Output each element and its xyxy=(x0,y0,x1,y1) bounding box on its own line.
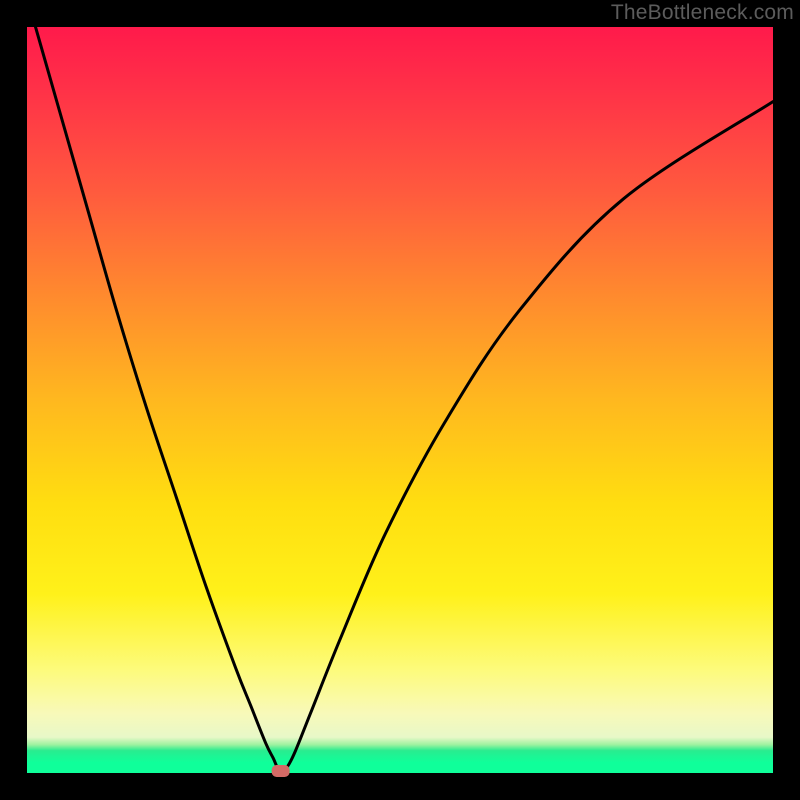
chart-frame: TheBottleneck.com xyxy=(0,0,800,800)
minimum-marker xyxy=(272,765,290,777)
bottleneck-curve xyxy=(27,0,773,773)
plot-area xyxy=(27,27,773,773)
watermark-text: TheBottleneck.com xyxy=(611,1,794,25)
curve-layer xyxy=(27,27,773,773)
